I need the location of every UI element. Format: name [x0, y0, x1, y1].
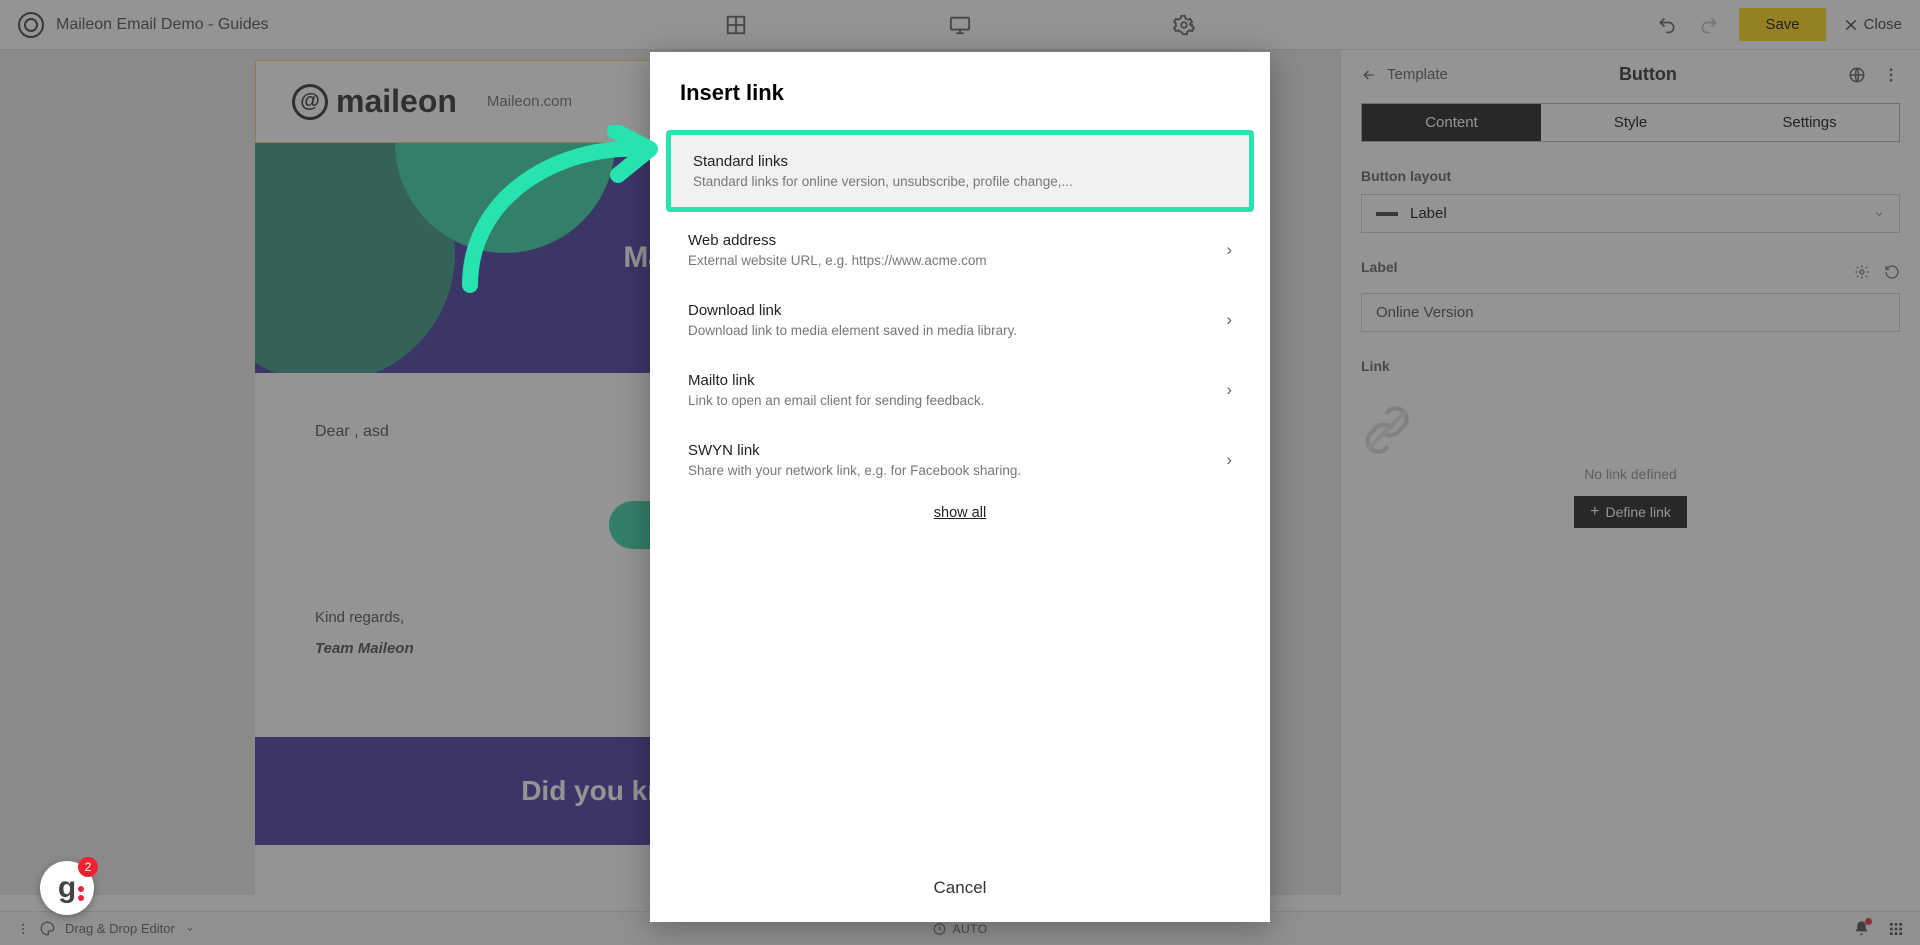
modal-scrim[interactable]: Insert link Standard links Standard link…	[0, 0, 1920, 945]
link-option-download[interactable]: Download link Download link to media ele…	[666, 288, 1254, 352]
show-all-link[interactable]: show all	[934, 505, 986, 521]
link-option-web-address[interactable]: Web address External website URL, e.g. h…	[666, 218, 1254, 282]
chevron-right-icon: ›	[1226, 310, 1232, 330]
help-widget[interactable]: g 2	[40, 861, 94, 915]
chevron-right-icon: ›	[1226, 450, 1232, 470]
insert-link-modal: Insert link Standard links Standard link…	[650, 52, 1270, 922]
chevron-right-icon: ›	[1226, 380, 1232, 400]
link-option-standard[interactable]: Standard links Standard links for online…	[666, 130, 1254, 212]
modal-cancel-button[interactable]: Cancel	[650, 854, 1270, 922]
link-option-mailto[interactable]: Mailto link Link to open an email client…	[666, 358, 1254, 422]
modal-title: Insert link	[650, 52, 1270, 124]
link-option-swyn[interactable]: SWYN link Share with your network link, …	[666, 428, 1254, 492]
help-badge-count: 2	[78, 857, 98, 877]
chevron-right-icon: ›	[1226, 240, 1232, 260]
